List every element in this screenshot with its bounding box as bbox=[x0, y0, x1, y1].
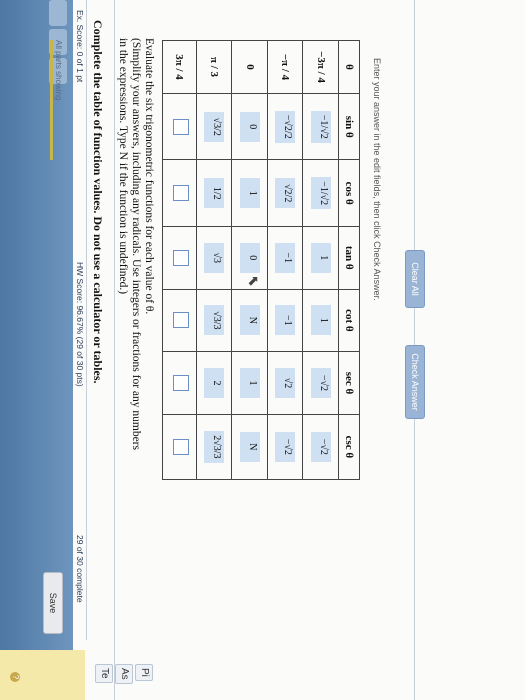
empty-answer-field[interactable] bbox=[172, 118, 189, 135]
answer-field[interactable]: 1 bbox=[239, 367, 260, 398]
col-header: sec θ bbox=[338, 351, 360, 415]
answer-field[interactable]: 2 bbox=[204, 367, 225, 398]
table-row: −π / 4 −√2/2 √2/2 −1 −1 √2 −√2 bbox=[267, 40, 303, 480]
answer-field[interactable]: −√2 bbox=[275, 431, 296, 462]
answer-field[interactable]: −√2/2 bbox=[275, 110, 296, 143]
answer-field[interactable]: 0 bbox=[239, 242, 260, 273]
answer-field[interactable]: −1/√2 bbox=[310, 110, 331, 143]
answer-field[interactable]: 1 bbox=[239, 178, 260, 209]
side-tab-textbook[interactable]: Te bbox=[95, 664, 113, 683]
col-header: csc θ bbox=[338, 414, 360, 480]
table-row: −3π / 4 −1/√2 −1/√2 1 1 −√2 −√2 bbox=[302, 40, 339, 480]
answer-field[interactable]: 1 bbox=[310, 242, 331, 273]
table-header-row: θ sin θ cos θ tan θ cot θ sec θ csc θ bbox=[338, 40, 360, 480]
divider bbox=[114, 0, 115, 700]
empty-answer-field[interactable] bbox=[172, 249, 189, 266]
angle-cell: 3π / 4 bbox=[162, 40, 197, 94]
answer-field[interactable]: −√2 bbox=[310, 367, 331, 398]
toolbar-button[interactable] bbox=[49, 0, 67, 26]
answer-field[interactable]: N bbox=[239, 305, 260, 336]
save-button[interactable]: Save bbox=[43, 572, 63, 634]
all-parts-label[interactable]: All parts showing bbox=[54, 40, 63, 100]
check-answer-button[interactable]: Check Answer bbox=[405, 345, 425, 419]
hw-score: HW Score: 96.67% (29 of 30 pts) bbox=[75, 262, 85, 387]
instructions: Evaluate the six trigonometric functions… bbox=[116, 38, 155, 458]
empty-answer-field[interactable] bbox=[172, 185, 189, 202]
progress-text: 29 of 30 complete bbox=[75, 535, 85, 603]
clear-all-button[interactable]: Clear All bbox=[405, 250, 425, 308]
empty-answer-field[interactable] bbox=[172, 374, 189, 391]
answer-field[interactable]: −1/√2 bbox=[310, 177, 331, 210]
col-header: θ bbox=[338, 40, 360, 94]
answer-field[interactable]: √3/3 bbox=[204, 305, 225, 336]
table-row: 3π / 4 bbox=[162, 40, 197, 480]
answer-field[interactable]: 1 bbox=[310, 305, 331, 336]
empty-answer-field[interactable] bbox=[172, 312, 189, 329]
instruction-line: Evaluate the six trigonometric functions… bbox=[143, 38, 155, 315]
ex-score: Ex. Score: 0 of 1 pt bbox=[75, 10, 85, 83]
angle-cell: π / 3 bbox=[196, 40, 232, 94]
question-title: Complete the table of function values. D… bbox=[91, 20, 105, 384]
answer-field[interactable]: √3/2 bbox=[204, 111, 225, 142]
answer-field[interactable]: −1 bbox=[275, 305, 296, 336]
col-header: cot θ bbox=[338, 289, 360, 352]
col-header: sin θ bbox=[338, 93, 360, 160]
mouse-cursor-icon: ⬉ bbox=[246, 275, 262, 287]
divider bbox=[86, 0, 87, 640]
answer-field[interactable]: √3 bbox=[204, 242, 225, 273]
hint-text: Enter your answer in the edit fields, th… bbox=[372, 58, 382, 301]
score-header: Ex. Score: 0 of 1 pt HW Score: 96.67% (2… bbox=[71, 0, 85, 640]
answer-field[interactable]: 1/2 bbox=[204, 178, 225, 209]
answer-field[interactable]: 0 bbox=[239, 111, 260, 142]
table-row: 0 0 1 0 N 1 N bbox=[231, 40, 268, 480]
col-header: cos θ bbox=[338, 159, 360, 227]
table-row: π / 3 √3/2 1/2 √3 √3/3 2 2√3/3 bbox=[196, 40, 232, 480]
empty-answer-field[interactable] bbox=[172, 438, 189, 455]
answer-field[interactable]: √2/2 bbox=[275, 178, 296, 209]
answer-field[interactable]: √2 bbox=[275, 367, 296, 398]
angle-cell: −π / 4 bbox=[267, 40, 303, 94]
help-icon[interactable]: ? bbox=[10, 672, 20, 682]
answer-field[interactable]: 2√3/3 bbox=[204, 431, 225, 463]
screen: Te As Pi Ex. Score: 0 of 1 pt HW Score: … bbox=[0, 0, 525, 700]
photo-stage: Te As Pi Ex. Score: 0 of 1 pt HW Score: … bbox=[0, 0, 525, 700]
trig-table: θ sin θ cos θ tan θ cot θ sec θ csc θ −3… bbox=[162, 40, 360, 480]
angle-cell: 0 bbox=[231, 40, 268, 94]
instruction-line: (Simplify your answers, including any ra… bbox=[117, 38, 142, 450]
all-parts-bar bbox=[50, 40, 53, 160]
col-header: tan θ bbox=[338, 226, 360, 290]
answer-field[interactable]: −1 bbox=[275, 242, 296, 273]
answer-field[interactable]: N bbox=[239, 431, 260, 462]
answer-field[interactable]: −√2 bbox=[310, 431, 331, 462]
side-tab-ask[interactable]: As bbox=[115, 664, 133, 684]
side-tab-print[interactable]: Pi bbox=[135, 664, 153, 681]
angle-cell: −3π / 4 bbox=[302, 40, 339, 94]
